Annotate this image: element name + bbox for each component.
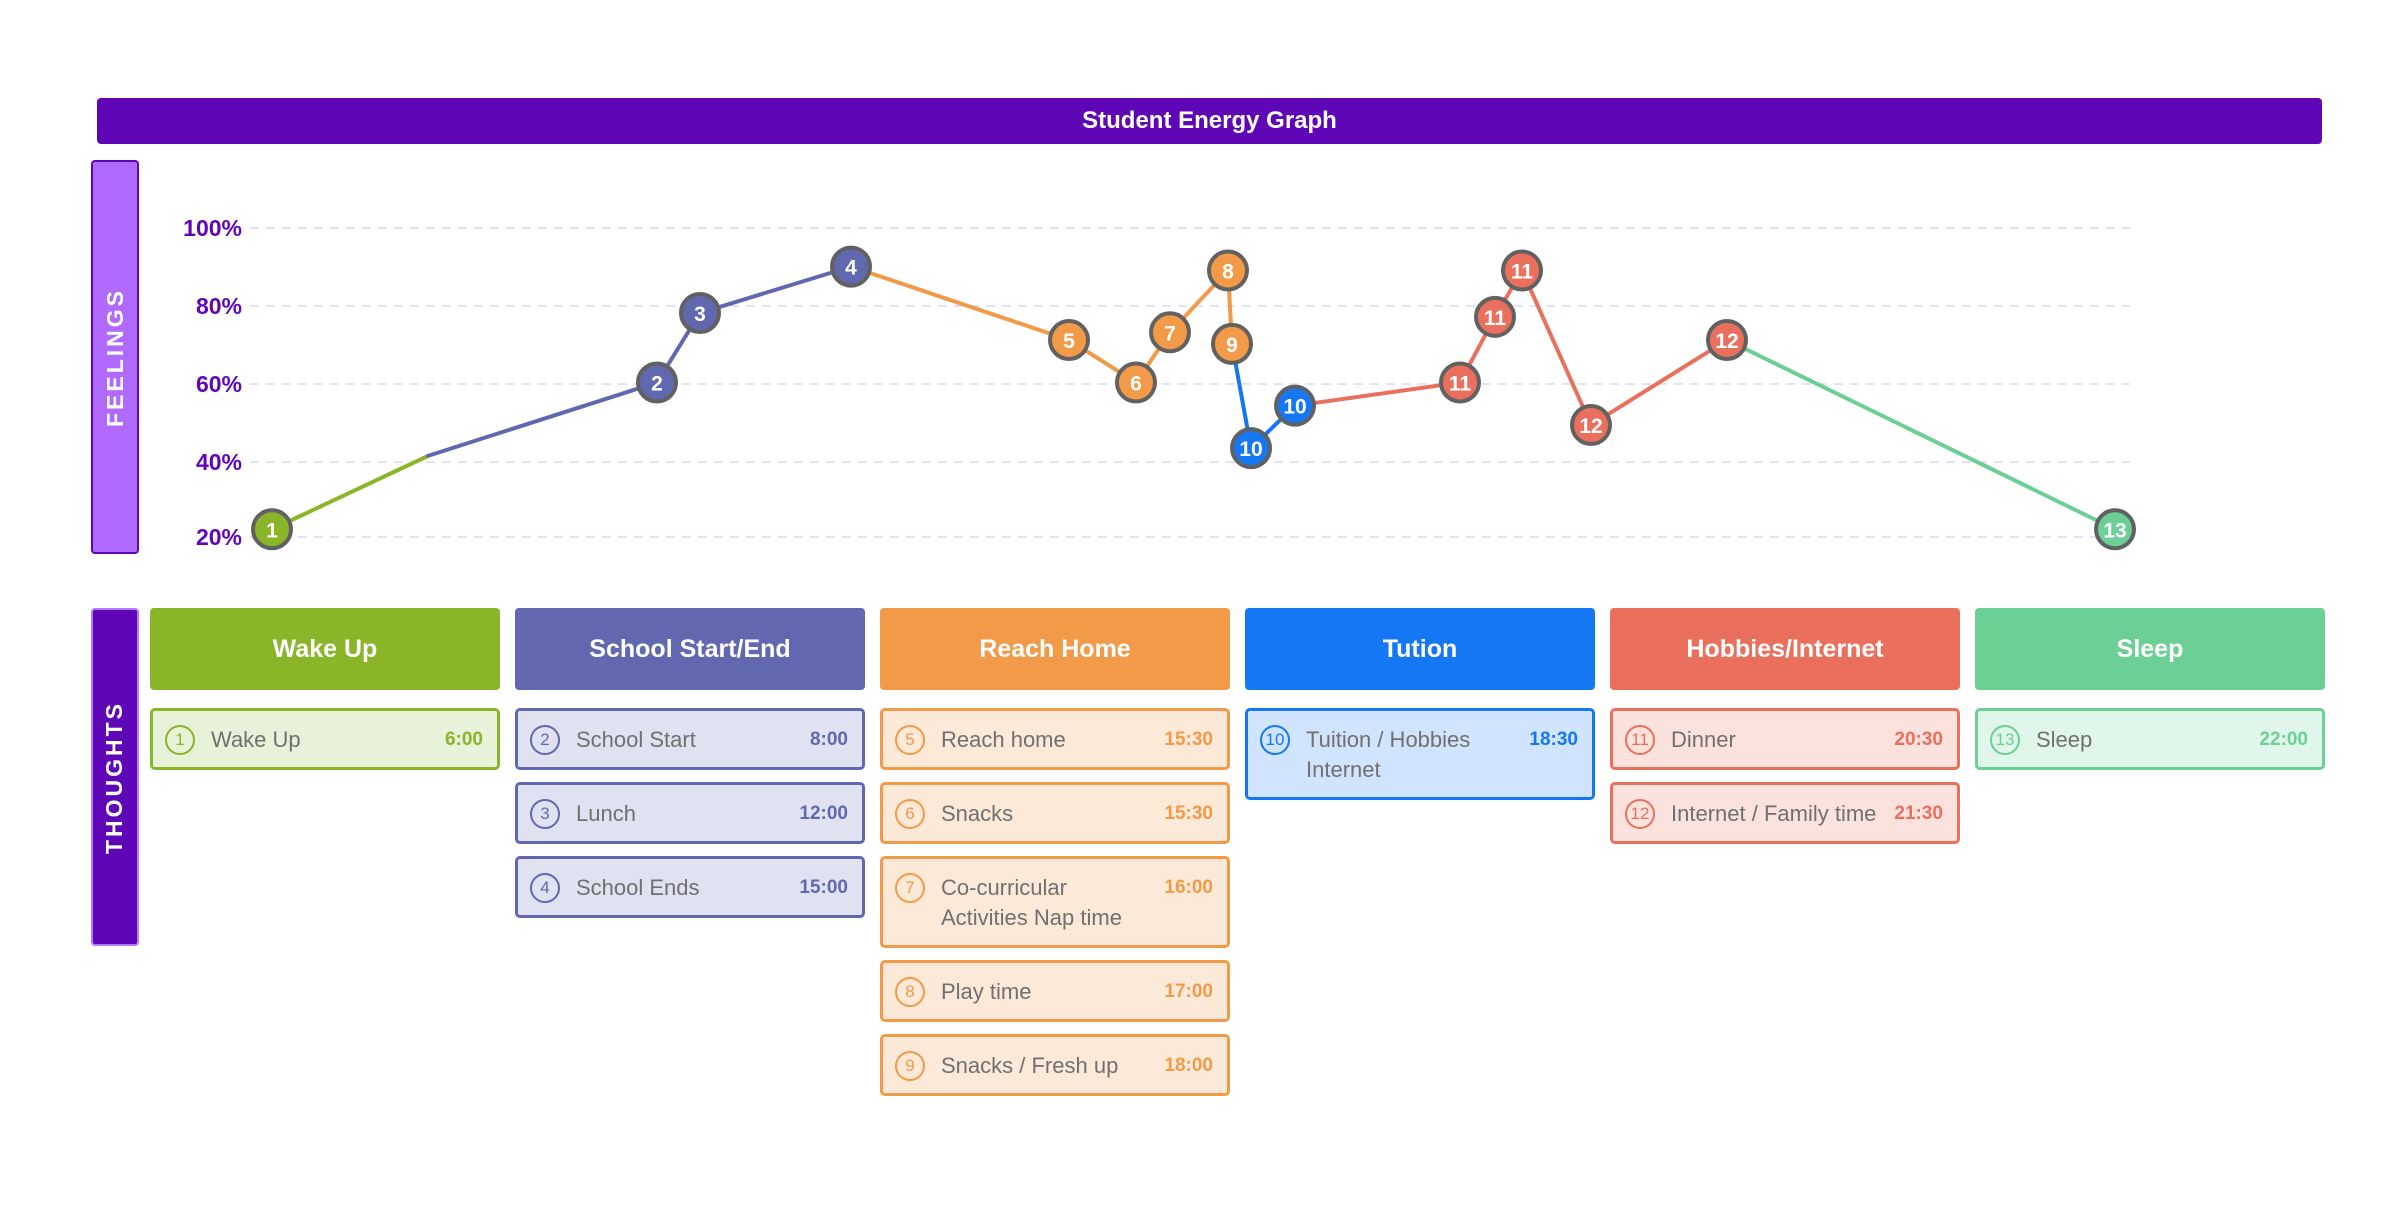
y-tick-label: 100% xyxy=(183,215,242,241)
column-header: Wake Up xyxy=(150,608,500,690)
step-number-badge: 3 xyxy=(530,799,560,829)
point-label: 11 xyxy=(1449,373,1472,396)
column-home: Reach Home 5 Reach home 15:30 6 Snacks 15:30 7 C… xyxy=(880,608,1230,1108)
series-line-segment xyxy=(1293,380,1462,408)
step-number-badge: 1 xyxy=(165,725,195,755)
thought-time: 18:00 xyxy=(1164,1055,1213,1076)
point-label: 12 xyxy=(1579,415,1602,438)
series-line-segment xyxy=(1589,338,1729,427)
point-label: 5 xyxy=(1063,330,1075,353)
thought-text: Dinner xyxy=(1671,727,1736,752)
thought-time: 12:00 xyxy=(799,803,848,824)
series-line-segment xyxy=(426,380,659,458)
series-line-segment xyxy=(1725,338,2117,532)
thought-text: Tuition / Hobbies Internet xyxy=(1306,727,1471,782)
thought-text: Sleep xyxy=(2036,727,2093,752)
thought-text: Internet / Family time xyxy=(1671,801,1877,826)
column-header: Reach Home xyxy=(880,608,1230,690)
thought-card: 13 Sleep 22:00 xyxy=(1975,708,2325,770)
thought-time: 22:00 xyxy=(2259,729,2308,750)
thought-text: School Start xyxy=(576,727,696,752)
thought-time: 15:30 xyxy=(1164,729,1213,750)
thought-card: 1 Wake Up 6:00 xyxy=(150,708,500,770)
thoughts-label-text: THOUGHTS xyxy=(101,700,128,854)
step-number-badge: 2 xyxy=(530,725,560,755)
thought-time: 6:00 xyxy=(444,729,483,750)
energy-line-chart: 100%80%60%40%20% 123456789101011111112121… xyxy=(183,215,2136,551)
step-number-badge: 8 xyxy=(895,977,925,1007)
thought-card: 3 Lunch 12:00 xyxy=(515,782,865,844)
point-label: 13 xyxy=(2103,519,2126,542)
point-label: 11 xyxy=(1484,307,1507,330)
thought-card: 11 Dinner 20:30 xyxy=(1610,708,1960,770)
thought-card: 6 Snacks 15:30 xyxy=(880,782,1230,844)
point-label: 2 xyxy=(651,373,663,396)
thought-time: 16:00 xyxy=(1164,877,1213,898)
thought-time: 15:00 xyxy=(799,877,848,898)
point-label: 11 xyxy=(1511,260,1534,283)
step-number-badge: 11 xyxy=(1625,725,1655,755)
thought-time: 20:30 xyxy=(1894,729,1943,750)
thought-card: 7 Co-curricular Activities Nap time 16:00 xyxy=(880,856,1230,948)
y-tick-label: 80% xyxy=(196,293,242,319)
series-line-segment xyxy=(270,453,430,532)
series-line-segment xyxy=(849,264,1071,343)
thought-card: 9 Snacks / Fresh up 18:00 xyxy=(880,1034,1230,1096)
column-header: Sleep xyxy=(1975,608,2325,690)
step-number-badge: 10 xyxy=(1260,725,1290,755)
step-number-badge: 7 xyxy=(895,873,925,903)
thought-text: Wake Up xyxy=(211,727,301,752)
thought-card: 8 Play time 17:00 xyxy=(880,960,1230,1022)
thought-card: 5 Reach home 15:30 xyxy=(880,708,1230,770)
point-label: 1 xyxy=(266,519,278,542)
column-sleep: Sleep 13 Sleep 22:00 xyxy=(1975,608,2325,782)
thought-time: 8:00 xyxy=(809,729,848,750)
y-tick-label: 20% xyxy=(196,524,242,550)
thought-card: 4 School Ends 15:00 xyxy=(515,856,865,918)
step-number-badge: 12 xyxy=(1625,799,1655,829)
point-label: 8 xyxy=(1222,260,1234,283)
series-line-segment xyxy=(1520,268,1593,427)
step-number-badge: 6 xyxy=(895,799,925,829)
column-header: School Start/End xyxy=(515,608,865,690)
column-header: Tution xyxy=(1245,608,1595,690)
thought-text: Lunch xyxy=(576,801,636,826)
step-number-badge: 5 xyxy=(895,725,925,755)
thought-time: 21:30 xyxy=(1894,803,1943,824)
column-tution: Tution 10 Tuition / Hobbies Internet 18:30 xyxy=(1245,608,1595,812)
thought-text: Co-curricular Activities Nap time xyxy=(941,875,1122,930)
column-hobbies: Hobbies/Internet 11 Dinner 20:30 12 Internet … xyxy=(1610,608,1960,856)
point-label: 10 xyxy=(1239,438,1262,461)
thoughts-label: THOUGHTS xyxy=(91,608,139,946)
thought-text: Play time xyxy=(941,979,1032,1004)
step-number-badge: 4 xyxy=(530,873,560,903)
thought-card: 2 School Start 8:00 xyxy=(515,708,865,770)
point-label: 12 xyxy=(1715,330,1738,353)
thought-text: Snacks xyxy=(941,801,1014,826)
step-number-badge: 13 xyxy=(1990,725,2020,755)
point-label: 4 xyxy=(845,257,857,280)
thought-text: Snacks / Fresh up xyxy=(941,1053,1119,1078)
y-tick-label: 40% xyxy=(196,449,242,475)
point-label: 7 xyxy=(1164,322,1176,345)
thought-time: 15:30 xyxy=(1164,803,1213,824)
thought-card: 10 Tuition / Hobbies Internet 18:30 xyxy=(1245,708,1595,800)
thought-time: 17:00 xyxy=(1164,981,1213,1002)
step-number-badge: 9 xyxy=(895,1051,925,1081)
column-wake: Wake Up 1 Wake Up 6:00 xyxy=(150,608,500,782)
thought-time: 18:30 xyxy=(1529,729,1578,750)
point-label: 3 xyxy=(694,303,706,326)
thought-text: School Ends xyxy=(576,875,700,900)
point-label: 10 xyxy=(1283,396,1306,419)
thought-text: Reach home xyxy=(941,727,1066,752)
point-label: 9 xyxy=(1226,334,1238,357)
point-label: 6 xyxy=(1130,373,1142,396)
column-school: School Start/End 2 School Start 8:00 3 Lunch 1… xyxy=(515,608,865,930)
y-tick-label: 60% xyxy=(196,371,242,397)
column-header: Hobbies/Internet xyxy=(1610,608,1960,690)
thought-card: 12 Internet / Family time 21:30 xyxy=(1610,782,1960,844)
